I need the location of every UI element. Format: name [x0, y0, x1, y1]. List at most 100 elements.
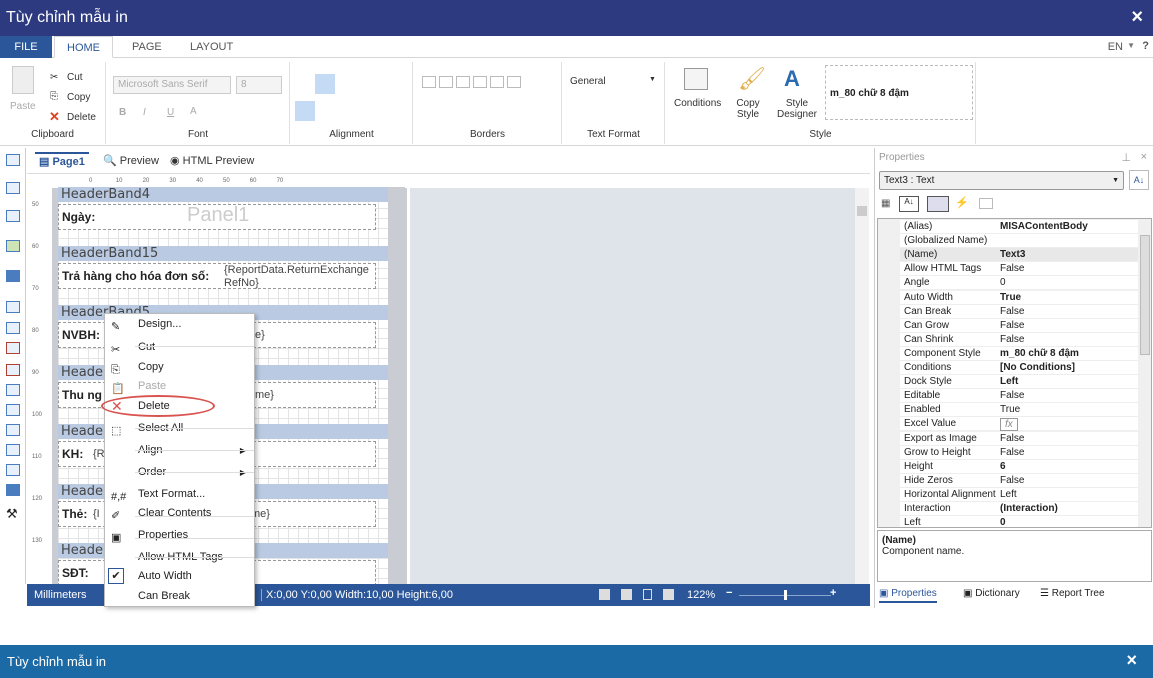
property-value[interactable]: False [1000, 446, 1024, 460]
text-component-icon[interactable] [6, 364, 20, 376]
zoom-out-button[interactable]: − [726, 587, 732, 599]
property-row[interactable]: Allow HTML Tags False [900, 262, 1141, 277]
menu-item-can-break[interactable]: Can Break [105, 587, 254, 606]
picture-icon[interactable] [6, 464, 20, 476]
zoom-in-button[interactable]: + [830, 587, 836, 599]
property-row[interactable]: Auto Width True [900, 290, 1141, 305]
properties-view-icon[interactable] [927, 196, 949, 212]
puzzle-icon[interactable] [6, 270, 20, 282]
text-icon[interactable] [6, 301, 20, 313]
conditions-button[interactable]: Conditions [674, 98, 721, 109]
menu-item-auto-width[interactable]: ✔ Auto Width [105, 567, 254, 586]
property-row[interactable]: Grow to Height False [900, 445, 1141, 460]
events-icon[interactable]: ⚡ [955, 196, 969, 209]
panel-icon[interactable] [6, 424, 20, 436]
alphabetical-icon[interactable]: A↓ [899, 196, 919, 212]
copy-style-button[interactable]: Copy Style [736, 98, 760, 120]
style-designer-button[interactable]: Style Designer [776, 98, 818, 120]
band-label[interactable]: KH: [62, 447, 83, 461]
band-field[interactable]: {I [93, 502, 100, 526]
chevron-down-icon[interactable]: ▼ [1127, 41, 1135, 50]
menu-item-paste[interactable]: 📋 Paste [105, 377, 254, 396]
tab-dictionary[interactable]: ▣ Dictionary [963, 588, 1020, 599]
property-value[interactable]: 0 [1000, 516, 1006, 527]
border-buttons[interactable] [422, 76, 522, 89]
pin-icon[interactable]: ⊥ [1121, 151, 1131, 164]
chevron-down-icon[interactable]: ▼ [649, 76, 656, 83]
underline-button[interactable]: U [167, 107, 174, 118]
delete-button[interactable]: Delete [67, 112, 96, 123]
property-row[interactable]: Component Style m_80 chữ 8 đậm [900, 346, 1141, 361]
align-middle-button[interactable] [315, 74, 335, 94]
property-value[interactable]: Left [1000, 375, 1018, 389]
menu-item-delete[interactable]: ✕ Delete [101, 395, 254, 417]
property-row[interactable]: Angle 0 [900, 276, 1141, 291]
band-field[interactable]: e} [255, 323, 265, 347]
tab-preview[interactable]: 🔍 Preview [103, 154, 159, 167]
cross-band-icon[interactable] [6, 182, 20, 194]
property-scrollbar[interactable] [1138, 219, 1151, 527]
units-select[interactable]: Millimeters [34, 589, 87, 601]
style-gallery[interactable]: m_80 chữ 8 đậm [825, 65, 973, 120]
property-value[interactable]: fx [1000, 418, 1018, 432]
property-row[interactable]: Dock Style Left [900, 375, 1141, 390]
property-row[interactable]: Conditions [No Conditions] [900, 361, 1141, 375]
property-value[interactable]: False [1000, 319, 1024, 333]
tab-home[interactable]: HOME [54, 36, 113, 58]
band-label[interactable]: Thu ng [62, 388, 102, 402]
band-row[interactable]: Trả hàng cho hóa đơn số: {ReportData.Retu… [58, 263, 376, 289]
close-icon[interactable]: × [1131, 6, 1143, 29]
fit-width-icon[interactable] [599, 589, 610, 600]
scroll-thumb[interactable] [857, 206, 867, 216]
align-left-button[interactable] [295, 101, 315, 121]
property-value[interactable]: (Interaction) [1000, 502, 1058, 516]
property-row[interactable]: (Name) Text3 [900, 248, 1141, 263]
property-value[interactable]: False [1000, 305, 1024, 319]
band-field[interactable]: {ReportData.ReturnExchangeRefNo} [224, 264, 374, 290]
menu-item-design[interactable]: ✎ Design... [105, 315, 254, 334]
paste-button[interactable]: Paste [10, 101, 36, 112]
band-label[interactable]: NVBH: [62, 328, 100, 342]
property-value[interactable]: True [1000, 403, 1020, 417]
property-value[interactable]: False [1000, 389, 1024, 403]
menu-item-clear-contents[interactable]: ✐ Clear Contents [105, 504, 254, 523]
property-row[interactable]: Export as Image False [900, 431, 1141, 446]
band-label[interactable]: SĐT: [62, 566, 89, 580]
property-value[interactable]: [No Conditions] [1000, 361, 1075, 375]
tab-layout[interactable]: LAYOUT [178, 36, 245, 58]
sort-az-icon[interactable]: A↓ [1129, 170, 1149, 190]
style-gallery-item[interactable]: m_80 chữ 8 đậm [830, 88, 909, 99]
menu-item-properties[interactable]: ▣ Properties [105, 526, 254, 545]
property-value[interactable]: 6 [1000, 460, 1006, 474]
vertical-scrollbar[interactable] [855, 188, 869, 584]
footer-icon[interactable] [6, 404, 20, 416]
tab-properties[interactable]: ▣ Properties [879, 588, 937, 603]
close-icon[interactable]: × [1141, 151, 1147, 163]
fit-height-icon[interactable] [621, 589, 632, 600]
font-name-select[interactable]: Microsoft Sans Serif [113, 76, 231, 94]
font-color-button[interactable]: A [190, 106, 197, 117]
scroll-thumb[interactable] [1140, 235, 1150, 355]
property-row[interactable]: Can Grow False [900, 318, 1141, 333]
property-row[interactable]: Excel Value fx [900, 417, 1141, 432]
bold-button[interactable]: B [119, 107, 126, 118]
property-value[interactable]: False [1000, 432, 1024, 446]
band-label[interactable]: Ngày: [62, 210, 95, 224]
property-value[interactable]: False [1000, 333, 1024, 347]
property-row[interactable]: Editable False [900, 389, 1141, 404]
zoom-slider-thumb[interactable] [784, 590, 787, 600]
property-value[interactable]: Text3 [1000, 248, 1025, 262]
language-select[interactable]: EN [1108, 41, 1123, 53]
property-row[interactable]: Can Break False [900, 304, 1141, 319]
property-value[interactable]: Left [1000, 488, 1017, 502]
property-row[interactable]: Interaction (Interaction) [900, 502, 1141, 516]
property-row[interactable]: Horizontal Alignment Left [900, 487, 1141, 502]
property-row[interactable]: Left 0 [900, 516, 1141, 527]
property-row[interactable]: Hide Zeros False [900, 473, 1141, 488]
copy-button[interactable]: Copy [67, 92, 90, 103]
table-icon[interactable] [6, 210, 20, 222]
property-value[interactable]: MISAContentBody [1000, 220, 1088, 234]
menu-item-cut[interactable]: ✂ Cut [105, 338, 254, 357]
menu-item-text-format[interactable]: #,# Text Format... [105, 485, 254, 504]
text-component-icon[interactable] [6, 342, 20, 354]
